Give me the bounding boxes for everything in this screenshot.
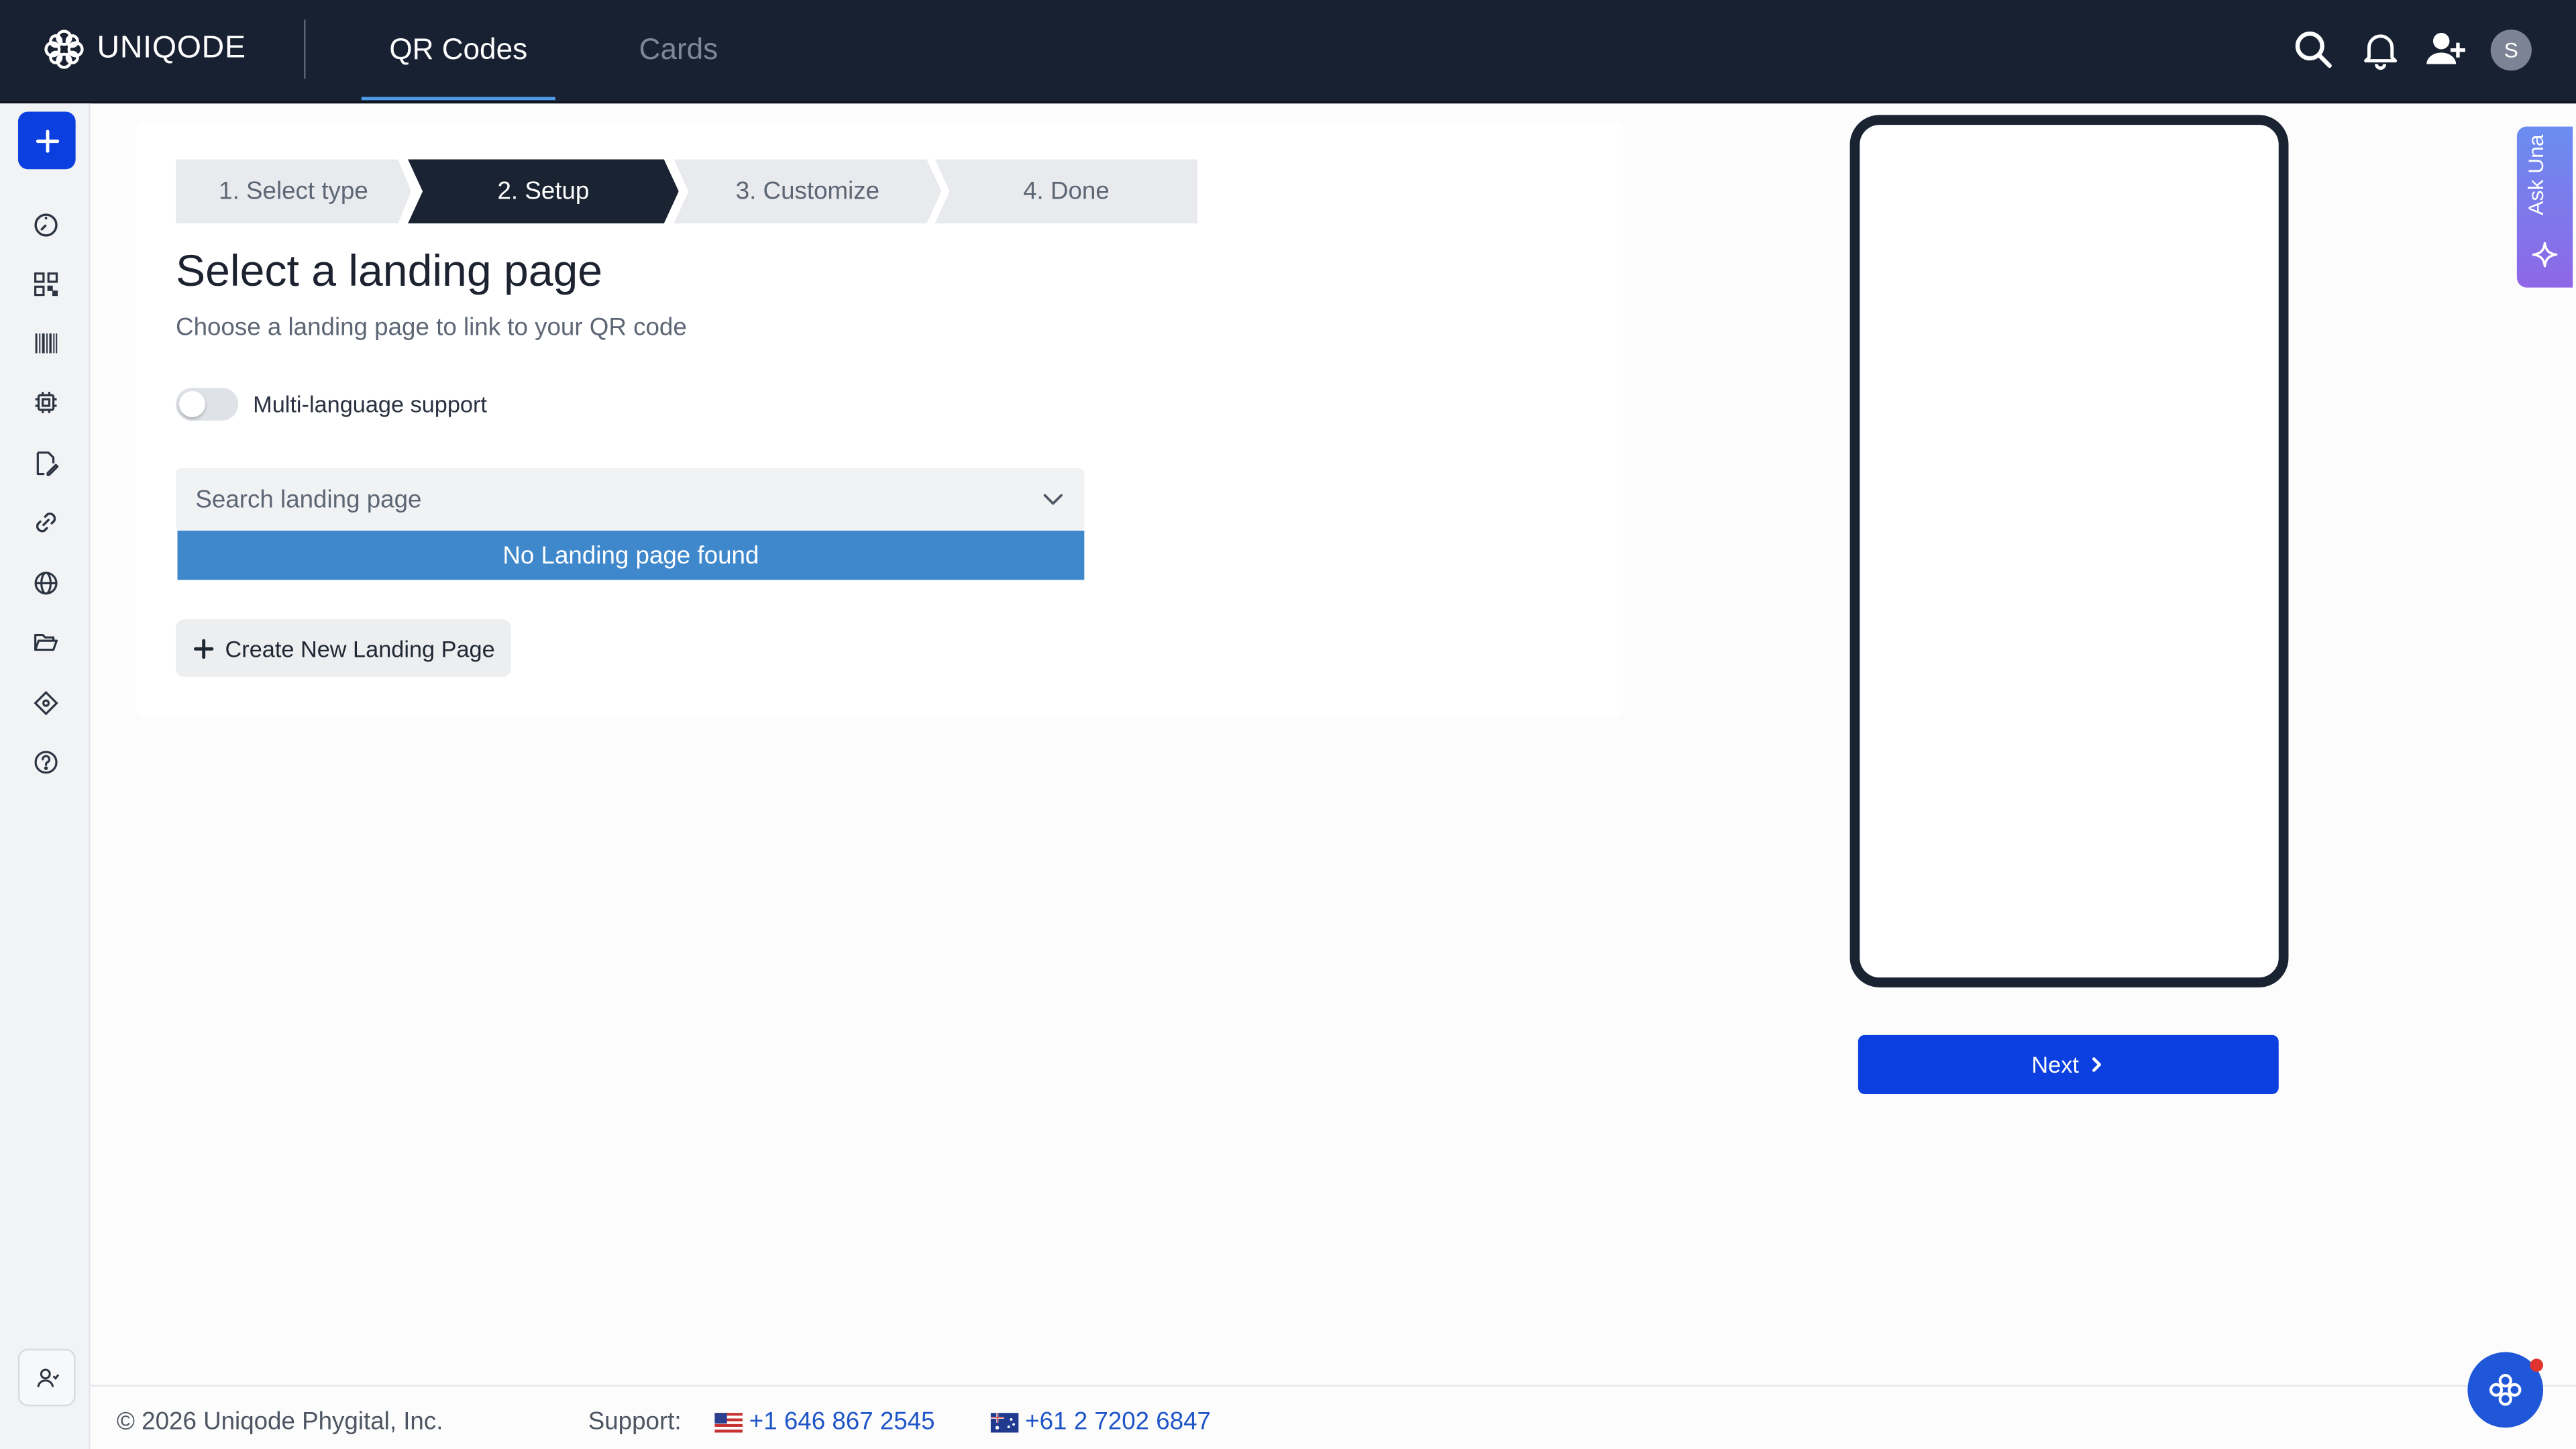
next-label: Next xyxy=(2031,1051,2079,1078)
globe-icon xyxy=(34,572,58,595)
page-title: Select a landing page xyxy=(176,246,603,296)
multilang-label: Multi-language support xyxy=(253,390,487,418)
landing-page-search-select[interactable]: Search landing page xyxy=(176,468,1085,531)
sidebar-item-forms[interactable] xyxy=(30,447,62,480)
user-avatar[interactable]: S xyxy=(2490,30,2532,71)
create-landing-page-label: Create New Landing Page xyxy=(225,635,495,661)
dashboard-icon xyxy=(34,213,58,237)
au-flag-icon xyxy=(990,1411,1019,1432)
page-subtitle: Choose a landing page to link to your QR… xyxy=(176,313,687,342)
chip-icon xyxy=(35,392,57,413)
no-results-option: No Landing page found xyxy=(177,531,1085,580)
search-placeholder: Search landing page xyxy=(195,485,422,514)
barcode-icon xyxy=(35,333,58,354)
sidebar-item-dashboard[interactable] xyxy=(30,209,62,241)
support-label: Support: xyxy=(588,1407,682,1436)
plus-icon xyxy=(35,129,58,152)
step-select-type[interactable]: 1. Select type xyxy=(176,160,411,224)
search-icon[interactable] xyxy=(2292,28,2334,71)
sidebar-item-integrations[interactable] xyxy=(30,687,62,720)
step-customize[interactable]: 3. Customize xyxy=(674,160,941,224)
chevron-down-icon xyxy=(1043,494,1063,505)
folder-icon xyxy=(34,633,58,651)
link-icon xyxy=(36,513,56,533)
user-settings-icon xyxy=(36,1368,58,1387)
create-new-button[interactable] xyxy=(17,111,76,170)
footer: © 2026 Uniqode Phygital, Inc. Support: +… xyxy=(90,1385,2576,1449)
sidebar-item-links[interactable] xyxy=(30,506,62,539)
phone-preview xyxy=(1849,115,2289,987)
step-done[interactable]: 4. Done xyxy=(934,159,1198,224)
header-bottom-border xyxy=(0,100,2576,104)
support-phone-us[interactable]: +1 646 867 2545 xyxy=(714,1407,935,1436)
us-phone-number: +1 646 867 2545 xyxy=(749,1407,935,1436)
ask-una-tab[interactable]: Ask Una xyxy=(2516,126,2573,288)
sidebar-item-qr-codes[interactable] xyxy=(30,268,62,301)
sidebar-user-settings-button[interactable] xyxy=(17,1348,76,1407)
multilang-toggle-row: Multi-language support xyxy=(176,387,487,421)
edit-document-icon xyxy=(36,451,59,476)
chevron-right-icon xyxy=(2093,1057,2102,1072)
brand-logo[interactable]: UNIQODE xyxy=(41,26,246,72)
left-sidebar xyxy=(0,103,91,1449)
us-flag-icon xyxy=(714,1411,743,1432)
add-user-icon[interactable] xyxy=(2425,28,2468,71)
chat-notification-badge xyxy=(2530,1358,2544,1372)
top-navbar: UNIQODE QR Codes Cards S xyxy=(0,0,2576,104)
header-divider xyxy=(304,19,306,79)
sidebar-item-domains[interactable] xyxy=(30,567,62,600)
wizard-steps: 1. Select type 2. Setup 3. Customize 4. … xyxy=(176,159,1198,224)
integrations-icon xyxy=(34,691,58,716)
multilang-toggle[interactable] xyxy=(176,387,239,421)
step-setup[interactable]: 2. Setup xyxy=(408,160,679,224)
bell-icon[interactable] xyxy=(2359,28,2402,71)
tab-qr-codes[interactable]: QR Codes xyxy=(361,0,555,102)
ask-una-label: Ask Una xyxy=(2523,134,2548,215)
au-phone-number: +61 2 7202 6847 xyxy=(1025,1407,1211,1436)
brand-name: UNIQODE xyxy=(97,31,246,66)
sidebar-item-help[interactable] xyxy=(30,746,62,779)
tab-cards[interactable]: Cards xyxy=(608,0,749,100)
sidebar-item-assets[interactable] xyxy=(30,626,62,659)
next-button[interactable]: Next xyxy=(1858,1034,2279,1095)
sidebar-item-barcodes[interactable] xyxy=(30,327,62,360)
help-icon xyxy=(34,751,58,774)
qr-code-icon xyxy=(34,272,58,297)
uniqode-chat-icon xyxy=(2489,1374,2522,1406)
uniqode-logo-icon xyxy=(44,30,84,69)
support-phone-au[interactable]: +61 2 7202 6847 xyxy=(990,1407,1211,1436)
app-stage: UNIQODE QR Codes Cards S 1. Select type … xyxy=(0,0,2576,1449)
sparkle-icon xyxy=(2532,241,2558,268)
sidebar-item-devices[interactable] xyxy=(30,386,62,419)
create-landing-page-button[interactable]: Create New Landing Page xyxy=(176,619,511,677)
plus-icon xyxy=(193,638,214,658)
copyright-text: © 2026 Uniqode Phygital, Inc. xyxy=(116,1407,443,1436)
